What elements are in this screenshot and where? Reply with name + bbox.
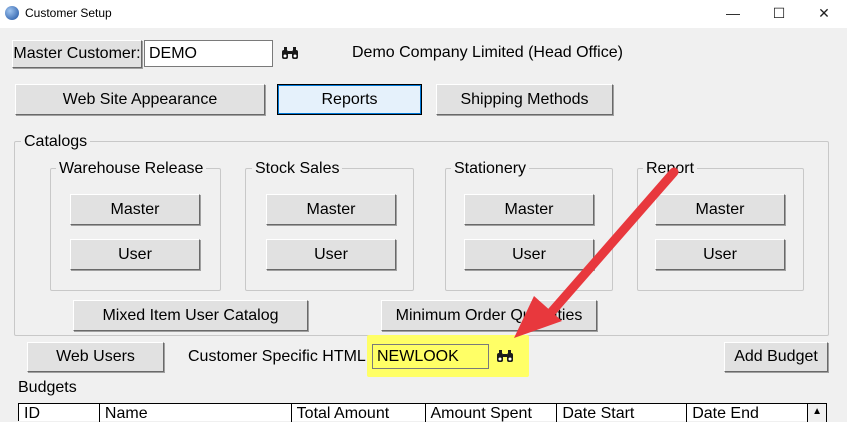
annotation-arrow	[514, 167, 679, 338]
